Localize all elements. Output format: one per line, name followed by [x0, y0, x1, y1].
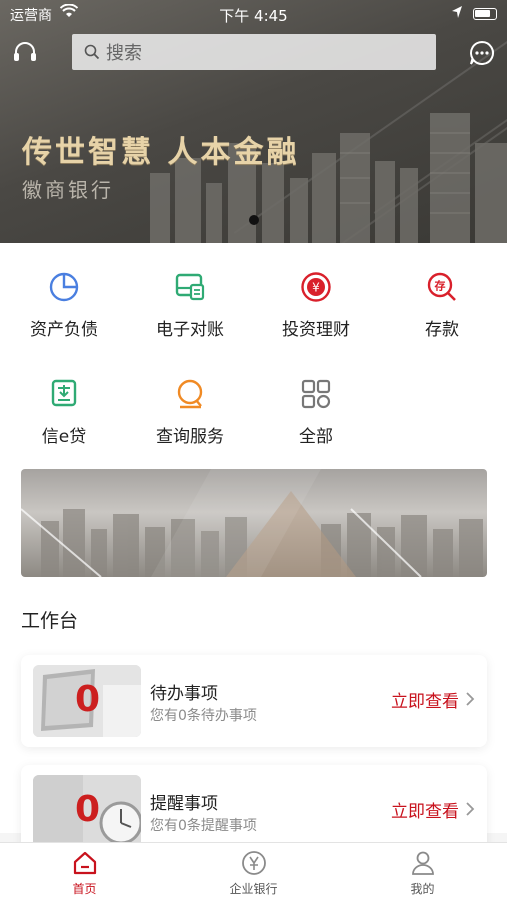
message-icon[interactable] [469, 40, 495, 66]
tab-label: 首页 [72, 882, 97, 896]
battery-icon [473, 8, 497, 20]
search-icon [84, 44, 100, 60]
quick-action-label: 查询服务 [156, 427, 224, 447]
bank-name: 徽商银行 [22, 178, 114, 202]
deposit-icon: 存 [427, 272, 456, 301]
quick-action-label: 电子对账 [156, 320, 224, 340]
tab-label: 我的 [410, 882, 435, 896]
bottom-tab-bar: 首页 企业银行 我的 [0, 842, 507, 900]
todo-card[interactable]: 0 待办事项 您有0条待办事项 立即查看 [21, 655, 487, 747]
svg-text:存: 存 [435, 279, 446, 293]
tab-enterprise-banking[interactable]: 企业银行 [169, 843, 338, 900]
reminder-thumbnail: 0 [33, 775, 141, 847]
quick-actions-grid: 资产负债 电子对账 ¥ 投资理财 存 存款 信e贷 查询服务 全部 [0, 243, 507, 463]
quick-action-all[interactable]: 全部 [253, 350, 379, 450]
slogan-text: 传世智慧 人本金融 [22, 135, 300, 170]
query-icon [177, 379, 203, 409]
promo-banner[interactable] [21, 469, 487, 577]
reminder-title: 提醒事项 [150, 794, 218, 814]
tab-label: 企业银行 [229, 882, 278, 896]
reminder-subtitle: 您有0条提醒事项 [150, 818, 257, 834]
quick-action-label: 存款 [425, 320, 459, 340]
quick-action-label: 全部 [299, 427, 333, 447]
status-bar: 运营商 下午 4:45 [0, 0, 507, 28]
todo-title: 待办事项 [150, 684, 218, 704]
quick-action-assets-liabilities[interactable]: 资产负债 [1, 243, 127, 343]
quick-action-label: 信e贷 [41, 427, 87, 447]
tab-home[interactable]: 首页 [0, 843, 169, 900]
quick-action-xin-e-loan[interactable]: 信e贷 [1, 350, 127, 450]
home-icon [73, 851, 97, 875]
todo-subtitle: 您有0条待办事项 [150, 708, 257, 724]
grid-all-icon [301, 379, 331, 409]
quick-action-query-service[interactable]: 查询服务 [127, 350, 253, 450]
quick-action-investment[interactable]: ¥ 投资理财 [253, 243, 379, 343]
reminder-count: 0 [75, 789, 101, 830]
headset-icon[interactable] [12, 40, 38, 66]
todo-thumbnail: 0 [33, 665, 141, 737]
quick-action-e-statement[interactable]: 电子对账 [127, 243, 253, 343]
search-placeholder: 搜索 [106, 43, 142, 64]
pie-chart-icon [49, 272, 79, 302]
user-icon [412, 851, 434, 875]
workbench-title: 工作台 [21, 610, 79, 632]
todo-count: 0 [75, 679, 101, 720]
svg-text:¥: ¥ [312, 281, 320, 295]
clock: 下午 4:45 [219, 7, 288, 25]
enterprise-banking-icon [242, 851, 266, 875]
statement-icon [175, 273, 205, 301]
chevron-right-icon [466, 802, 475, 816]
loan-icon [51, 379, 77, 407]
search-bar[interactable]: 搜索 [72, 34, 436, 70]
header-banner[interactable]: 运营商 下午 4:45 搜索 传世智慧 人本金融 徽商银行 [0, 0, 507, 243]
quick-action-deposit[interactable]: 存 存款 [379, 243, 505, 343]
quick-action-label: 资产负债 [30, 320, 98, 340]
chevron-right-icon [466, 692, 475, 706]
carousel-indicator[interactable] [249, 215, 259, 225]
todo-view-button[interactable]: 立即查看 [391, 687, 459, 712]
quick-action-label: 投资理财 [282, 320, 350, 340]
yuan-coin-icon: ¥ [301, 272, 331, 302]
tab-mine[interactable]: 我的 [338, 843, 507, 900]
reminder-view-button[interactable]: 立即查看 [391, 797, 459, 822]
location-arrow-icon [452, 6, 462, 18]
content-area: 工作台 0 待办事项 您有0条待办事项 立即查看 0 提醒事项 您有0条提醒事项… [0, 463, 507, 857]
promo-city-image [21, 469, 483, 577]
